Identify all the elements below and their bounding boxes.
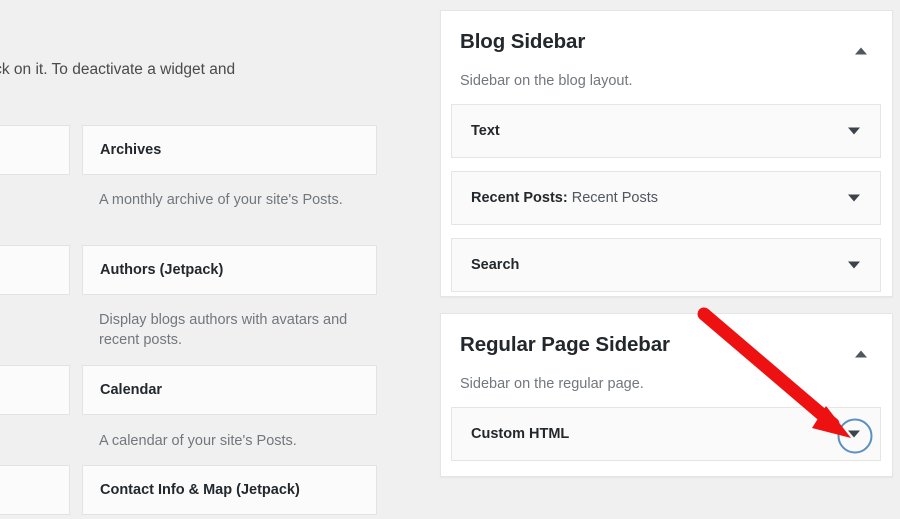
widget-card-contact-info-map-jetpack[interactable]: Contact Info & Map (Jetpack)	[82, 465, 377, 515]
chevron-up-icon[interactable]	[852, 42, 870, 60]
available-widgets-intro: idebar or click on it. To deactivate a w…	[0, 61, 236, 78]
widget-card-authors-jetpack[interactable]: Authors (Jetpack)	[82, 245, 377, 295]
sidebar-widget-label: Search	[471, 257, 519, 273]
chevron-down-glyph	[848, 127, 860, 135]
sidebar-panel-blog-sidebar: Blog Sidebar Sidebar on the blog layout.…	[440, 10, 893, 297]
widget-card[interactable]	[0, 465, 70, 515]
sidebar-widget-recent-posts[interactable]: Recent Posts: Recent Posts	[451, 171, 881, 225]
sidebar-widget-name: Search	[471, 257, 520, 273]
available-widgets-pane: idebar or click on it. To deactivate a w…	[0, 0, 400, 519]
sidebar-widget-label: Recent Posts: Recent Posts	[471, 190, 658, 206]
widget-card-description: A monthly archive of your site's Posts.	[99, 192, 343, 208]
panel-title: Blog Sidebar	[460, 30, 586, 53]
widget-card-archives[interactable]: Archives	[82, 125, 377, 175]
widget-card[interactable]	[0, 245, 70, 295]
widget-card-description: ments	[0, 190, 70, 210]
sidebar-widget-text[interactable]: Text	[451, 104, 881, 158]
sidebar-widget-name: Custom HTML	[471, 426, 570, 442]
sidebar-widget-name: Text	[471, 123, 500, 139]
chevron-down-icon[interactable]	[845, 256, 863, 274]
chevron-up-glyph	[855, 350, 867, 358]
widget-card-calendar[interactable]: Calendar	[82, 365, 377, 415]
sidebar-widget-name: Recent Posts:	[471, 190, 568, 206]
sidebar-widget-label: Text	[471, 123, 500, 139]
chevron-down-glyph	[848, 430, 860, 438]
chevron-down-glyph	[848, 194, 860, 202]
widget-card[interactable]	[0, 125, 70, 175]
widgets-admin-screen: idebar or click on it. To deactivate a w…	[0, 0, 900, 519]
widget-card-title: Calendar	[100, 382, 163, 398]
panel-title: Regular Page Sidebar	[460, 333, 670, 356]
sidebar-widget-label: Custom HTML	[471, 426, 569, 442]
sidebar-panel-regular-page-sidebar: Regular Page Sidebar Sidebar on the regu…	[440, 313, 893, 477]
widget-card[interactable]	[0, 365, 70, 415]
chevron-up-icon[interactable]	[852, 345, 870, 363]
widget-card-description: Display blogs authors with avatars and r…	[99, 312, 348, 348]
sidebar-widget-instance: Recent Posts	[567, 190, 658, 206]
widget-card-title: Authors (Jetpack)	[100, 262, 224, 278]
chevron-down-icon[interactable]	[845, 425, 863, 443]
chevron-down-icon[interactable]	[845, 189, 863, 207]
widget-card-title: Archives	[100, 142, 162, 158]
chevron-down-icon[interactable]	[845, 122, 863, 140]
panel-subtitle: Sidebar on the regular page.	[460, 376, 644, 392]
sidebar-widget-search[interactable]: Search	[451, 238, 881, 292]
sidebar-widget-custom-html[interactable]: Custom HTML	[451, 407, 881, 461]
chevron-down-glyph	[848, 261, 860, 269]
panel-subtitle: Sidebar on the blog layout.	[460, 73, 633, 89]
widget-card-title: Contact Info & Map (Jetpack)	[100, 482, 300, 498]
chevron-up-glyph	[855, 47, 867, 55]
widget-card-description: A calendar of your site's Posts.	[99, 433, 297, 449]
